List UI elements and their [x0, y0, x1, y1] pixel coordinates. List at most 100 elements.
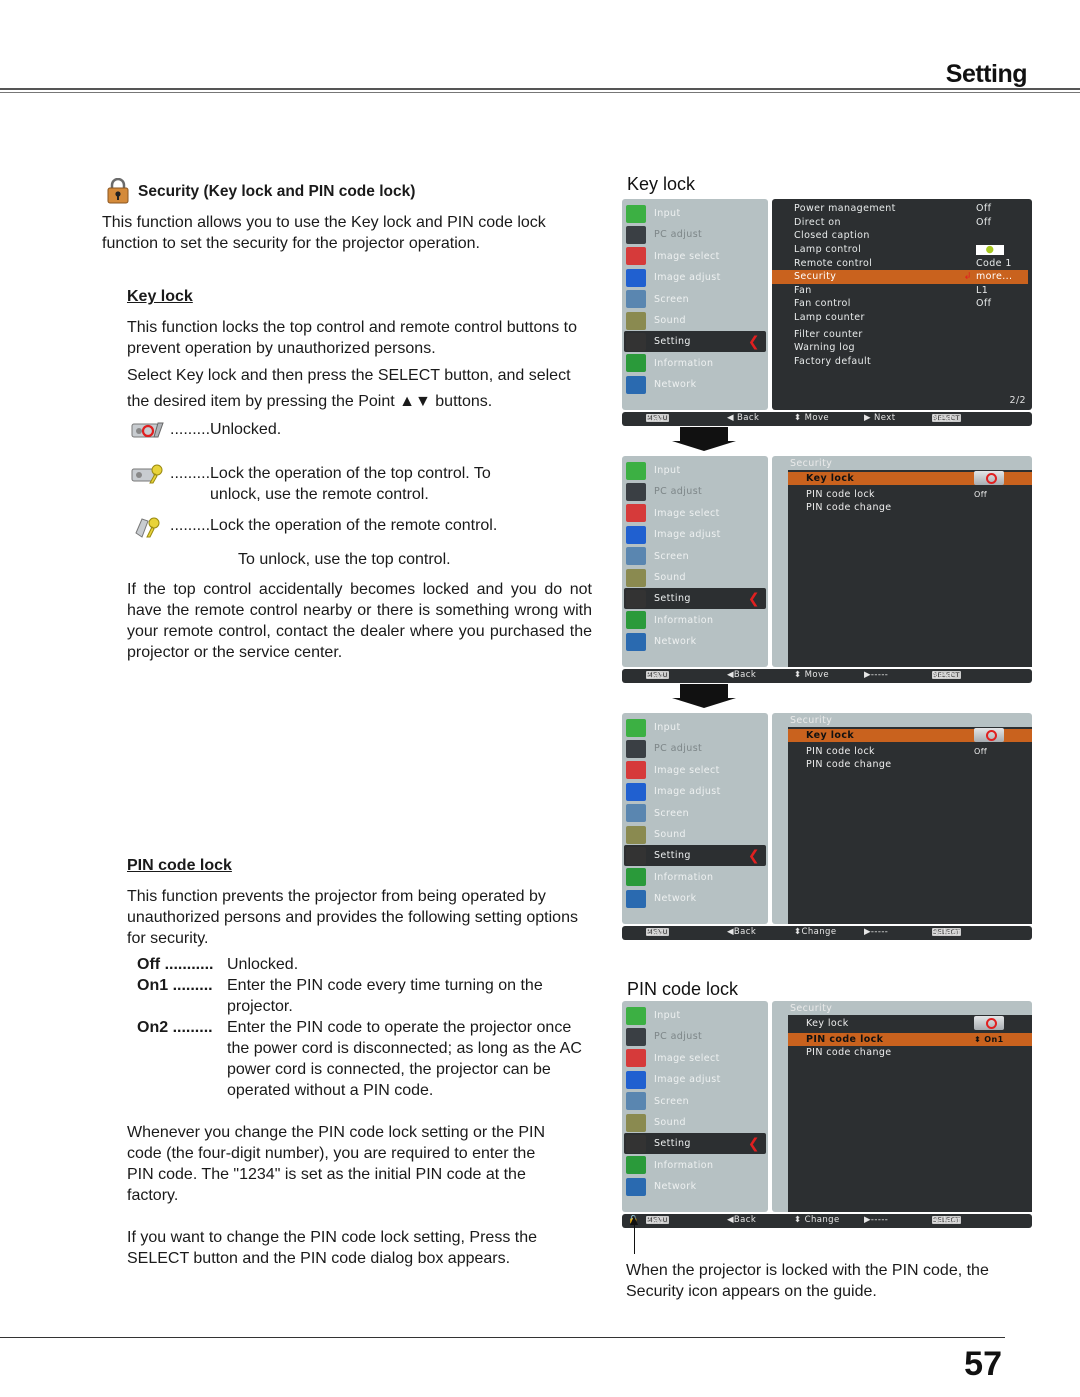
menu-item-image-adjust[interactable]: Image adjust — [624, 1069, 766, 1090]
key-lock-state-icon — [974, 1015, 1032, 1032]
option-text: Lock the operation of the top control. T… — [210, 465, 491, 503]
menu-item-input[interactable]: Input — [624, 717, 766, 738]
menu-item-screen[interactable]: Screen — [624, 1091, 766, 1112]
setting-label: Direct on — [794, 216, 841, 228]
security-row[interactable]: PIN code lock Off — [788, 488, 1032, 501]
top-control-lock-icon — [130, 463, 166, 487]
menu-item-image-adjust[interactable]: Image adjust — [624, 267, 766, 288]
setting-label: Closed caption — [794, 230, 870, 242]
menu-item-information[interactable]: Information — [624, 1155, 766, 1176]
security-row[interactable]: PIN code change — [788, 758, 1032, 771]
security-heading: Security (Key lock and PIN code lock) — [106, 177, 592, 204]
security-row[interactable]: PIN code change — [788, 1046, 1032, 1059]
security-row[interactable]: PIN code change — [788, 501, 1032, 514]
pointer-arrow-line — [634, 1222, 635, 1254]
setting-row[interactable]: Closed caption — [794, 229, 1028, 243]
menu-item-screen[interactable]: Screen — [624, 803, 766, 824]
menu-item-setting[interactable]: Setting ❮ — [624, 845, 766, 867]
menu-item-image-select[interactable]: Image select — [624, 760, 766, 781]
menu-item-information[interactable]: Information — [624, 353, 766, 374]
menu-item-input[interactable]: Input — [624, 460, 766, 481]
screen-icon — [626, 547, 646, 566]
main-menu: Input PC adjust Image select Image adjus… — [622, 1001, 768, 1212]
security-label: Key lock — [806, 1018, 849, 1029]
menu-item-label: Image adjust — [654, 786, 721, 798]
menu-item-input[interactable]: Input — [624, 1005, 766, 1026]
menu-item-label: Input — [654, 1010, 681, 1021]
setting-row[interactable]: Remote control Code 1 — [794, 256, 1028, 270]
menu-item-sound[interactable]: Sound — [624, 824, 766, 845]
setting-row[interactable]: Power management Off — [794, 202, 1028, 216]
setting-row[interactable]: Factory default — [794, 355, 1028, 369]
menu-item-pc-adjust[interactable]: PC adjust — [624, 1026, 766, 1047]
security-label: PIN code change — [806, 1047, 892, 1058]
menu-item-label: Sound — [654, 315, 686, 326]
leader-dots: ........... — [164, 956, 214, 973]
guide-move: ⬍ Move — [794, 413, 830, 423]
guide-next: ▶----- — [864, 670, 889, 680]
menu-item-screen[interactable]: Screen — [624, 546, 766, 567]
security-row[interactable]: Key lock — [788, 727, 1032, 742]
guide-move: ⬍ Move — [794, 670, 830, 680]
menu-item-pc-adjust[interactable]: PC adjust — [624, 738, 766, 759]
setting-row[interactable]: Lamp counter — [794, 311, 1028, 325]
security-row[interactable]: Key lock — [788, 1015, 1032, 1032]
menu-item-sound[interactable]: Sound — [624, 1112, 766, 1133]
pin-option-key: On1 — [137, 977, 169, 994]
menu-item-label: Sound — [654, 572, 686, 583]
menu-item-setting[interactable]: Setting ❮ — [624, 1133, 766, 1155]
setting-label: Fan control — [794, 298, 851, 310]
menu-item-label: Setting — [654, 850, 691, 862]
menu-item-pc-adjust[interactable]: PC adjust — [624, 224, 766, 245]
menu-item-setting[interactable]: Setting ❮ — [624, 588, 766, 610]
setting-row[interactable]: Direct on Off — [794, 216, 1028, 230]
setting-row[interactable]: Fan control Off — [794, 297, 1028, 311]
menu-item-image-adjust[interactable]: Image adjust — [624, 781, 766, 802]
key-lock-option-remote: ......... Lock the operation of the remo… — [102, 515, 592, 539]
menu-item-information[interactable]: Information — [624, 867, 766, 888]
menu-item-screen[interactable]: Screen — [624, 289, 766, 310]
menu-item-label: Screen — [654, 807, 690, 819]
setting-row[interactable]: Fan L1 — [794, 284, 1028, 298]
chevron-left-icon: ❮ — [747, 1135, 760, 1152]
menu-item-pc-adjust[interactable]: PC adjust — [624, 481, 766, 502]
option-text: Lock the operation of the remote control… — [210, 517, 498, 534]
menu-item-network[interactable]: Network — [624, 1176, 766, 1197]
menu-item-label: Information — [654, 1159, 714, 1171]
menu-item-network[interactable]: Network — [624, 374, 766, 395]
menu-item-label: PC adjust — [654, 229, 703, 241]
remote-control-lock-icon — [130, 515, 166, 539]
menu-item-input[interactable]: Input — [624, 203, 766, 224]
pc-adjust-icon — [626, 482, 646, 501]
menu-item-information[interactable]: Information — [624, 610, 766, 631]
menu-item-network[interactable]: Network — [624, 631, 766, 652]
network-icon — [626, 375, 646, 394]
menu-item-network[interactable]: Network — [624, 888, 766, 909]
setting-label: Remote control — [794, 257, 873, 269]
menu-item-setting[interactable]: Setting ❮ — [624, 331, 766, 353]
setting-row[interactable]: Warning log — [794, 341, 1028, 355]
security-submenu: Security Key lock PIN code lock Off PIN c… — [772, 456, 1032, 667]
setting-row[interactable]: Filter counter — [794, 327, 1028, 341]
menu-item-image-select[interactable]: Image select — [624, 503, 766, 524]
menu-item-image-select[interactable]: Image select — [624, 1048, 766, 1069]
guide-next: ▶----- — [864, 1215, 889, 1225]
image-adjust-icon — [626, 525, 646, 544]
security-row[interactable]: PIN code lock Off — [788, 745, 1032, 758]
menu-item-image-select[interactable]: Image select — [624, 246, 766, 267]
menu-item-sound[interactable]: Sound — [624, 310, 766, 331]
sound-icon — [626, 825, 646, 844]
leader-dots: ......... — [170, 421, 211, 438]
menu-item-image-adjust[interactable]: Image adjust — [624, 524, 766, 545]
setting-row[interactable]: Lamp control ● — [794, 243, 1028, 257]
option-text: Unlocked. — [210, 421, 282, 438]
key-lock-paragraph-1: This function locks the top control and … — [127, 319, 578, 357]
setting-row[interactable]: Security ↲ more... — [772, 270, 1028, 284]
menu-item-sound[interactable]: Sound — [624, 567, 766, 588]
pin-option-text: Unlocked. — [227, 956, 299, 973]
pin-option-on2: On2 ......... Enter the PIN code to oper… — [137, 1017, 592, 1101]
left-column: Security (Key lock and PIN code lock) Th… — [102, 177, 592, 1267]
security-row[interactable]: Key lock — [788, 470, 1032, 485]
setting-value: more... — [976, 271, 1013, 283]
security-row[interactable]: PIN code lock ⬍ On1 — [788, 1032, 1032, 1046]
